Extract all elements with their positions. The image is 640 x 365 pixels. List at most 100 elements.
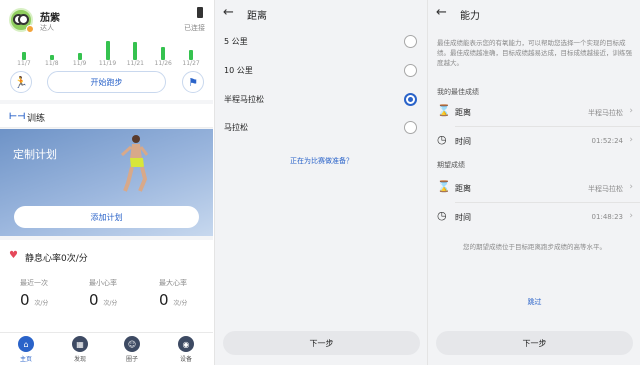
best-time-row[interactable]: ◷ 时间 01:52:24 › [428,128,640,154]
hr-stat-recent: 最近一次 0 次/分 [20,278,70,309]
radio-button-selected[interactable] [404,93,417,106]
start-run-button[interactable]: 开始跑步 [47,71,166,93]
training-section-header[interactable]: ⊢⊣ 训练 [0,104,213,128]
radio-button[interactable] [404,121,417,134]
divider [455,126,640,127]
target-distance-row[interactable]: ⌛ 距离 半程马拉松 › [428,175,640,201]
row-label: 距离 [455,184,471,193]
training-label: 训练 [27,114,46,124]
people-icon: ☺ [124,336,140,352]
distance-option-marathon[interactable]: 马拉松 [215,114,427,142]
next-step-button[interactable]: 下一步 [436,331,633,355]
stopwatch-icon: ⌛ [437,180,451,193]
back-arrow-icon[interactable]: ← [436,5,447,20]
activity-chart [10,36,205,60]
resting-heart-rate-card[interactable]: ♥ 静息心率0次/分 最近一次 0 次/分 最小心率 0 次/分 最大心率 0 … [0,240,213,332]
activity-date-label: 11/8 [45,60,59,67]
target-time-row[interactable]: ◷ 时间 01:48:23 › [428,204,640,230]
chevron-right-icon: › [629,106,633,116]
resting-hr-title: 静息心率0次/分 [25,254,88,264]
ability-screen: ← 能力 最佳成绩能表示您的有氧能力，可以帮助您选择一个实现的目标成绩。最佳成绩… [427,0,640,365]
tab-label: 发现 [73,356,86,363]
activity-dates: 11/7 11/8 11/9 11/19 11/21 11/26 11/27 [8,60,205,68]
back-arrow-icon[interactable]: ← [223,5,234,20]
activity-date-label: 11/7 [17,60,31,67]
row-value: 01:48:23 [591,213,623,221]
home-icon: ⌂ [18,336,34,352]
tab-device[interactable]: ◉ 设备 [166,336,206,363]
user-name: 茄紫 [40,13,60,24]
timer-icon: ◷ [437,133,447,146]
option-label: 半程马拉松 [224,95,264,104]
page-title: 距离 [247,11,267,22]
hr-stat-value: 0 [20,291,30,309]
running-person-icon[interactable]: 🏃 [10,71,32,93]
best-distance-row[interactable]: ⌛ 距离 半程马拉松 › [428,99,640,125]
page-title: 能力 [460,11,480,22]
row-value: 半程马拉松 [588,185,623,193]
activity-bar [161,46,166,60]
tab-label: 圈子 [125,356,138,363]
race-prep-link[interactable]: 正在为比赛做准备？ [215,156,427,166]
hr-stat-label: 最近一次 [20,279,48,287]
tab-discover[interactable]: ▦ 发现 [60,336,100,363]
flag-icon[interactable]: ⚑ [182,71,204,93]
best-score-section-title: 我的最佳成绩 [437,88,479,96]
hr-stat-unit: 次/分 [103,300,118,307]
skip-link[interactable]: 跳过 [428,297,640,307]
chevron-right-icon: › [629,135,633,145]
radio-button[interactable] [404,64,417,77]
row-value: 半程马拉松 [588,109,623,117]
bottom-tab-bar: ⌂ 主页 ▦ 发现 ☺ 圈子 ◉ 设备 [0,332,213,365]
custom-plan-card[interactable]: 定制计划 添加计划 [0,129,213,236]
watch-icon[interactable] [197,7,203,18]
hr-stat-label: 最大心率 [159,279,187,287]
runner-image [121,135,148,192]
ability-header: ← 能力 [428,0,640,28]
distance-option-10k[interactable]: 10 公里 [215,57,427,85]
target-score-section-title: 期望成绩 [437,161,465,169]
grid-icon: ▦ [72,336,88,352]
activity-date-label: 11/21 [126,60,144,67]
option-label: 马拉松 [224,123,248,132]
hr-stat-label: 最小心率 [89,279,117,287]
row-label: 距离 [455,108,471,117]
hr-stat-value: 0 [159,291,169,309]
stopwatch-icon: ⌛ [437,104,451,117]
next-step-button[interactable]: 下一步 [223,331,420,355]
hr-stat-min: 最小心率 0 次/分 [89,278,139,309]
hr-stat-value: 0 [89,291,99,309]
activity-bar [105,40,110,60]
activity-bar [133,42,138,60]
row-label: 时间 [455,137,471,146]
activity-bar [189,50,194,60]
ability-description: 最佳成绩能表示您的有氧能力，可以帮助您选择一个实现的目标成绩。最佳成绩越准确，目… [437,39,632,67]
distance-screen: ← 距离 5 公里 10 公里 半程马拉松 马拉松 正在为比赛做准备？ 下一步 [214,0,427,365]
hr-stat-unit: 次/分 [34,300,49,307]
tab-label: 设备 [179,356,192,363]
connection-status: 已连接 [184,24,205,32]
activity-date-label: 11/9 [72,60,87,67]
distance-option-5k[interactable]: 5 公里 [215,28,427,56]
tab-label: 主页 [19,356,32,363]
activity-date-label: 11/27 [182,60,200,67]
user-level: 达人 [40,24,54,32]
activity-bar [77,52,82,60]
chevron-right-icon: › [629,182,633,192]
hr-stat-max: 最大心率 0 次/分 [159,278,209,309]
distance-option-half-marathon[interactable]: 半程马拉松 [215,86,427,114]
chevron-right-icon: › [629,211,633,221]
heart-icon: ♥ [9,250,18,261]
radio-button[interactable] [404,35,417,48]
add-plan-button[interactable]: 添加计划 [14,206,199,228]
option-label: 5 公里 [224,37,248,46]
target-level-note: 您的期望成绩位于目标距离跑步成绩的高等水平。 [463,243,606,251]
tab-circle[interactable]: ☺ 圈子 [112,336,152,363]
level-badge [26,25,34,33]
tab-home[interactable]: ⌂ 主页 [6,336,46,363]
hr-stat-unit: 次/分 [173,300,188,307]
activity-date-label: 11/19 [98,60,117,67]
profile-header: 茄紫 达人 已连接 11/7 11/8 11/9 11/19 11/21 11/26 11/… [0,0,213,100]
timer-icon: ◷ [437,209,447,222]
row-label: 时间 [455,213,471,222]
